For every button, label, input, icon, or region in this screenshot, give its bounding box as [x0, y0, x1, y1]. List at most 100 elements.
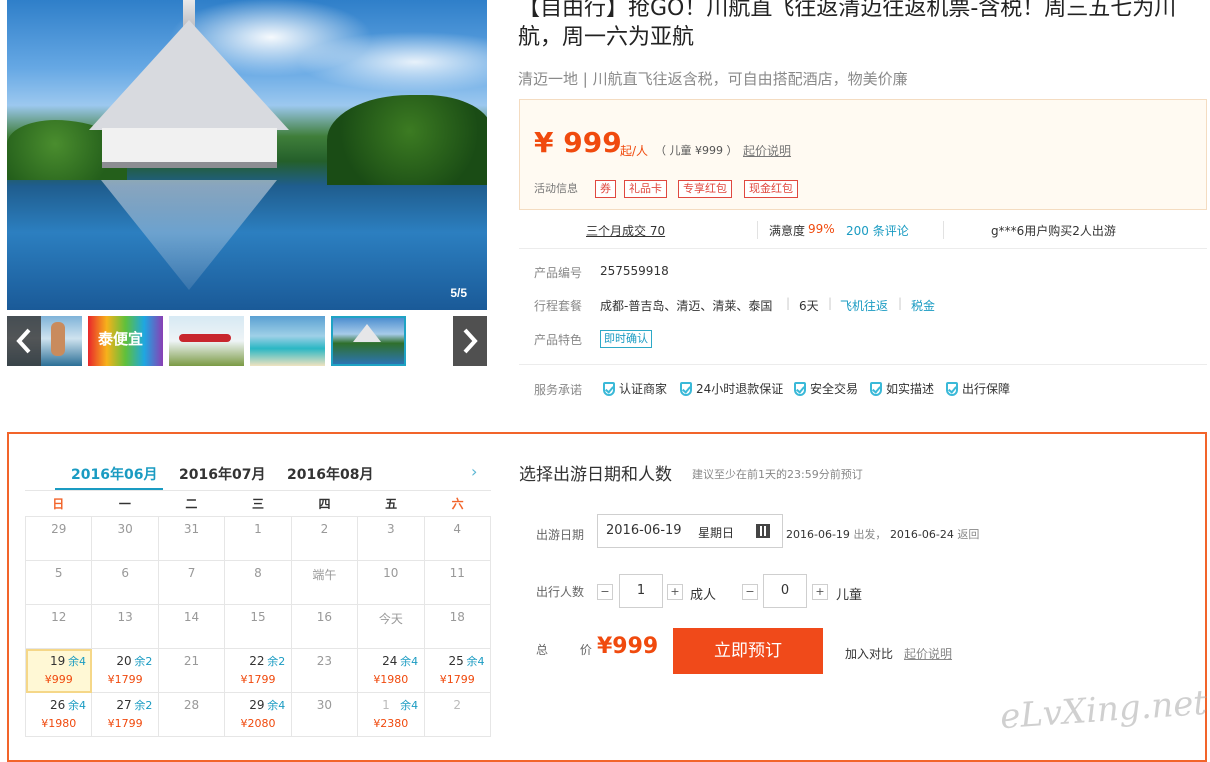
calendar-day: 10	[358, 561, 425, 605]
thumbnail-promo[interactable]: 泰便宜	[88, 316, 163, 366]
day-number: 今天	[378, 612, 403, 626]
day-price: ¥1799	[107, 717, 143, 730]
adult-count-input[interactable]: 1	[619, 574, 663, 608]
calendar-day-available[interactable]: 24 余4 ¥1980	[358, 649, 425, 693]
remaining-seats: 余4	[466, 655, 485, 668]
calendar-day: 5	[26, 561, 93, 605]
flight-type[interactable]: 飞机往返	[840, 297, 888, 314]
book-now-button[interactable]: 立即预订	[673, 628, 823, 674]
child-label: 儿童	[836, 588, 863, 603]
adult-minus-button[interactable]: −	[597, 584, 613, 600]
day-number: 1	[382, 698, 390, 712]
day-number: 29	[249, 698, 265, 712]
adult-plus-button[interactable]: +	[667, 584, 683, 600]
day-number: 27	[116, 698, 132, 712]
coupon-tag[interactable]: 券	[595, 180, 616, 198]
product-subtitle: 清迈一地 | 川航直飞往返含税，可自由搭配酒店，物美价廉	[518, 70, 908, 88]
day-number: 7	[187, 566, 196, 580]
gift-card-tag[interactable]: 礼品卡	[624, 180, 667, 198]
calendar-grid: 29 30 31 1 2 3 4 5 6 7 8 端午 10 11 12 13 14 15 16 今天 18 19 余4 ¥9…	[25, 516, 491, 737]
calendar: 日 一 二 三 四 五 六 29 30 31 1 2 3 4 5 6 7 8 端午 10 11 12 13 14…	[25, 492, 491, 737]
shield-check-icon	[946, 381, 958, 396]
service-item: 如实描述	[870, 380, 934, 397]
child-count-input[interactable]: 0	[763, 574, 807, 608]
month-tab-june[interactable]: 2016年06月	[71, 464, 157, 484]
day-price: ¥2080	[240, 717, 276, 730]
price-explain-link[interactable]: 起价说明	[904, 645, 952, 662]
day-price: ¥1799	[107, 673, 143, 686]
day-number: 1	[254, 522, 262, 536]
day-price: ¥1799	[240, 673, 276, 686]
thumb-next-button[interactable]	[453, 316, 487, 366]
divider	[25, 490, 491, 491]
cash-redpacket-tag[interactable]: 现金红包	[744, 180, 798, 198]
calendar-row: 19 余4 ¥999 20 余2 ¥1799 21 22 余2 ¥1799 23 24 余4 ¥1980 2…	[26, 649, 491, 693]
shield-check-icon	[603, 381, 615, 396]
calendar-day: 15	[225, 605, 292, 649]
day-number: 30	[117, 522, 133, 536]
service-text: 安全交易	[810, 382, 859, 396]
airplane-shape	[179, 334, 231, 342]
calendar-day: 6	[92, 561, 159, 605]
thumbnail-temple[interactable]	[331, 316, 406, 366]
thumbnail-island[interactable]	[250, 316, 325, 366]
calendar-day-available[interactable]: 1 余4 ¥2380	[358, 693, 425, 737]
depart-word: 出发，	[853, 528, 887, 541]
calendar-row: 26 余4 ¥1980 27 余2 ¥1799 28 29 余4 ¥2080 30 1 余4 ¥2380 2	[26, 693, 491, 737]
separator: |	[786, 296, 791, 310]
calendar-day-available[interactable]: 25 余4 ¥1799	[424, 649, 491, 693]
calendar-day-available[interactable]: 27 余2 ¥1799	[92, 693, 159, 737]
calendar-day: 21	[158, 649, 226, 693]
service-text: 出行保障	[962, 382, 1011, 396]
calendar-day-available[interactable]: 20 余2 ¥1799	[92, 649, 159, 693]
calendar-day-available[interactable]: 26 余4 ¥1980	[26, 693, 93, 737]
weekday-value: 星期日	[698, 526, 735, 540]
day-number: 31	[183, 522, 200, 536]
weekday-fri: 五	[385, 497, 398, 511]
day-number: 14	[183, 610, 200, 624]
chevron-left-icon	[16, 328, 31, 354]
booking-hint: 建议至少在前1天的23:59分前预订	[692, 468, 863, 481]
calendar-day-available[interactable]: 22 余2 ¥1799	[225, 649, 292, 693]
divider	[943, 221, 944, 239]
day-number: 20	[116, 654, 132, 668]
calendar-day-available[interactable]: 29 余4 ¥2080	[225, 693, 292, 737]
calendar-icon[interactable]	[756, 524, 770, 538]
month-tab-july[interactable]: 2016年07月	[179, 464, 265, 484]
day-number: 26	[50, 698, 66, 712]
divider	[757, 221, 758, 239]
day-number: 2	[453, 698, 462, 712]
thumbnail-promo-text: 泰便宜	[98, 330, 144, 348]
calendar-day: 23	[291, 649, 359, 693]
child-minus-button[interactable]: −	[742, 584, 758, 600]
exclusive-redpacket-tag[interactable]: 专享红包	[678, 180, 732, 198]
day-price: ¥1980	[373, 673, 409, 686]
child-plus-button[interactable]: +	[812, 584, 828, 600]
date-label: 出游日期	[536, 528, 585, 542]
product-code: 257559918	[600, 264, 669, 278]
calendar-day: 8	[225, 561, 292, 605]
calendar-day-available[interactable]: 19 余4 ¥999	[26, 649, 93, 693]
add-compare-link[interactable]: 加入对比	[845, 645, 893, 662]
remaining-seats: 余4	[267, 699, 286, 712]
day-number: 25	[448, 654, 464, 668]
image-counter: 5/5	[450, 286, 467, 300]
weekday-thu: 四	[318, 497, 331, 511]
tax-link[interactable]: 税金	[911, 297, 935, 314]
stats-bar: 三个月成交 70 满意度 99% 200 条评论 g***6用户购买2人出游	[519, 215, 1207, 249]
thumb-prev-button-overlay[interactable]	[7, 316, 41, 366]
chevron-right-icon[interactable]: ›	[471, 462, 477, 481]
temple-roof	[89, 20, 289, 130]
thumbnail-airplane[interactable]	[169, 316, 244, 366]
separator: |	[898, 296, 903, 310]
sales-count[interactable]: 三个月成交 70	[586, 222, 665, 239]
price-explain-link[interactable]: 起价说明	[743, 142, 791, 159]
month-tab-august[interactable]: 2016年08月	[287, 464, 373, 484]
date-picker[interactable]: 2016-06-19 星期日	[597, 514, 783, 548]
product-hero-image[interactable]: 5/5	[7, 0, 487, 310]
calendar-day: 28	[158, 693, 226, 737]
child-price: （ 儿童 ¥999 ）	[655, 144, 738, 157]
calendar-day: 30	[92, 517, 159, 561]
reviews-link[interactable]: 200 条评论	[846, 222, 909, 239]
day-price: ¥2380	[373, 717, 409, 730]
